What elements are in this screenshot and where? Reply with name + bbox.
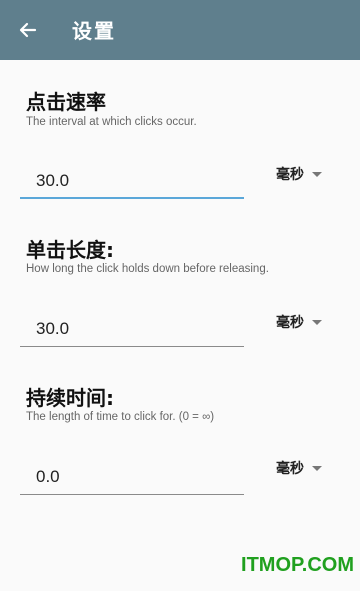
duration-input[interactable]: 0.0 [20, 465, 244, 495]
back-button[interactable] [14, 16, 42, 44]
click-length-title: 单击长度: [26, 238, 114, 262]
page-title: 设置 [72, 19, 116, 43]
duration-value: 0.0 [36, 467, 60, 486]
input-underline [20, 494, 244, 495]
unit-label: 毫秒 [276, 315, 304, 331]
click-rate-title: 点击速率 [26, 90, 106, 114]
duration-description: The length of time to click for. (0 = ∞) [26, 411, 215, 423]
dropdown-arrow-icon [312, 465, 322, 471]
click-length-value: 30.0 [36, 319, 70, 338]
click-rate-input[interactable]: 30.0 [20, 169, 244, 199]
watermark: ITMOP.COM [241, 554, 354, 576]
input-underline [20, 346, 244, 347]
click-rate-unit-dropdown[interactable]: 毫秒 [276, 164, 322, 184]
click-length-unit-dropdown[interactable]: 毫秒 [276, 312, 322, 332]
unit-label: 毫秒 [276, 461, 304, 477]
click-length-description: How long the click holds down before rel… [26, 263, 269, 275]
dropdown-arrow-icon [312, 171, 322, 177]
input-underline [20, 197, 244, 199]
click-rate-value: 30.0 [36, 171, 70, 190]
dropdown-arrow-icon [312, 319, 322, 325]
click-length-input[interactable]: 30.0 [20, 317, 244, 347]
duration-title: 持续时间: [26, 386, 114, 410]
arrow-left-icon [19, 22, 37, 38]
click-rate-description: The interval at which clicks occur. [26, 116, 197, 128]
duration-unit-dropdown[interactable]: 毫秒 [276, 458, 322, 478]
unit-label: 毫秒 [276, 167, 304, 183]
app-bar: 设置 [0, 0, 360, 60]
